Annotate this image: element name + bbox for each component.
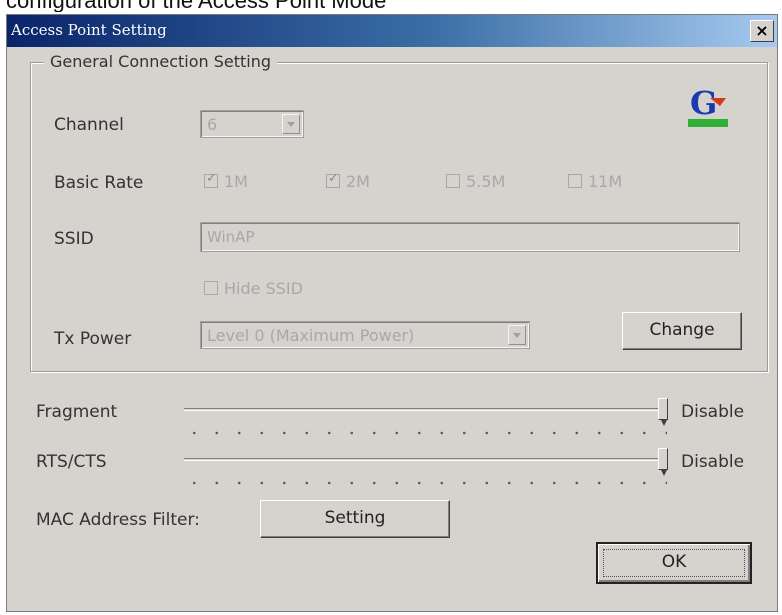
document-heading: configuration of the Access Point Mode bbox=[0, 0, 782, 12]
rts-cts-slider-thumb[interactable] bbox=[658, 448, 668, 476]
rate-2m-checkbox[interactable]: 2M bbox=[326, 171, 370, 191]
channel-value: 6 bbox=[207, 115, 218, 134]
fragment-slider-track bbox=[184, 408, 668, 411]
checkbox-icon bbox=[446, 174, 460, 188]
basic-rate-label: Basic Rate bbox=[54, 173, 144, 193]
close-button[interactable]: × bbox=[750, 20, 774, 42]
tx-power-value: Level 0 (Maximum Power) bbox=[207, 326, 415, 345]
fragment-slider[interactable] bbox=[184, 398, 668, 426]
mac-filter-setting-button[interactable]: Setting bbox=[260, 500, 450, 538]
checkbox-icon bbox=[568, 174, 582, 188]
ok-button[interactable]: OK bbox=[596, 542, 752, 584]
checkbox-checked-icon bbox=[326, 171, 340, 188]
checkbox-checked-icon bbox=[204, 171, 218, 188]
rate-1m-label: 1M bbox=[224, 172, 248, 191]
rate-2m-label: 2M bbox=[346, 172, 370, 191]
svg-text:G: G bbox=[690, 86, 717, 122]
hide-ssid-checkbox[interactable]: Hide SSID bbox=[204, 279, 303, 298]
fragment-slider-thumb[interactable] bbox=[658, 398, 668, 426]
window-title: Access Point Setting bbox=[11, 21, 167, 39]
rts-cts-ticks bbox=[183, 481, 667, 485]
tx-power-select[interactable]: Level 0 (Maximum Power) bbox=[200, 321, 530, 349]
rate-11m-label: 11M bbox=[588, 172, 623, 191]
rate-5-5m-checkbox[interactable]: 5.5M bbox=[446, 172, 505, 191]
rate-5-5m-label: 5.5M bbox=[466, 172, 506, 191]
ssid-label: SSID bbox=[54, 229, 94, 249]
ssid-value: WinAP bbox=[207, 228, 255, 246]
tx-power-label: Tx Power bbox=[54, 329, 132, 349]
rate-1m-checkbox[interactable]: 1M bbox=[204, 171, 248, 191]
channel-label: Channel bbox=[54, 115, 124, 135]
hide-ssid-label: Hide SSID bbox=[224, 279, 303, 298]
fragment-value: Disable bbox=[681, 402, 745, 422]
focus-ring bbox=[603, 549, 745, 577]
checkbox-icon bbox=[204, 281, 218, 295]
channel-select[interactable]: 6 bbox=[200, 110, 304, 138]
rate-11m-checkbox[interactable]: 11M bbox=[568, 172, 622, 191]
fragment-label: Fragment bbox=[36, 402, 118, 422]
fragment-ticks bbox=[183, 431, 667, 435]
chevron-down-icon[interactable] bbox=[508, 325, 526, 345]
rts-cts-slider-track bbox=[184, 458, 668, 461]
ssid-input[interactable]: WinAP bbox=[200, 222, 740, 252]
gigabyte-logo-icon: G bbox=[688, 86, 728, 127]
rts-cts-slider[interactable] bbox=[184, 448, 668, 476]
change-button[interactable]: Change bbox=[622, 312, 742, 350]
close-icon: × bbox=[755, 21, 769, 40]
rts-cts-label: RTS/CTS bbox=[36, 452, 107, 472]
mac-filter-label: MAC Address Filter: bbox=[36, 510, 200, 530]
group-label: General Connection Setting bbox=[44, 52, 278, 71]
title-bar[interactable]: Access Point Setting × bbox=[7, 15, 777, 47]
chevron-down-icon[interactable] bbox=[282, 114, 300, 134]
rts-cts-value: Disable bbox=[681, 452, 745, 472]
